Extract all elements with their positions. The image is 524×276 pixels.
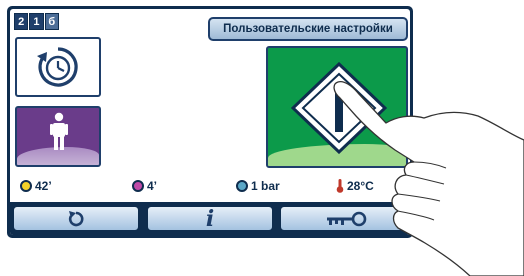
touch-screen: 2 1 б Пользовательские настройки 42’ 4’ …: [7, 6, 413, 238]
door-tile[interactable]: [266, 46, 408, 168]
timer-value: 42’: [35, 179, 52, 193]
door-opening-icon: [291, 62, 387, 154]
page-title: Пользовательские настройки: [208, 17, 408, 41]
alarm-clock-icon: [20, 180, 32, 192]
pressure-value: 1 bar: [251, 179, 280, 193]
person-icon: [50, 112, 68, 150]
selector-digit-2[interactable]: 1: [29, 13, 44, 30]
button-bar: i: [10, 202, 410, 235]
cycle-value: 4’: [147, 179, 158, 193]
cycle-status: 4’: [132, 179, 157, 193]
back-arrow-icon: [68, 210, 84, 226]
clock-cycle-icon: [37, 47, 78, 87]
back-button[interactable]: [13, 206, 139, 231]
temperature-status: 28°C: [336, 179, 374, 193]
screen-panel: 2 1 б Пользовательские настройки 42’ 4’ …: [10, 9, 410, 235]
temperature-value: 28°C: [347, 179, 374, 193]
user-tile[interactable]: [15, 106, 101, 167]
selector-digit-3[interactable]: б: [44, 13, 59, 30]
selector-digit-1[interactable]: 2: [14, 13, 29, 30]
status-bar: 42’ 4’ 1 bar 28°C: [10, 179, 410, 195]
info-button[interactable]: i: [147, 205, 273, 232]
info-icon: i: [205, 205, 215, 232]
pressure-status: 1 bar: [236, 179, 280, 193]
timer-tile[interactable]: [15, 37, 101, 97]
key-button[interactable]: [280, 206, 407, 231]
menu-selector[interactable]: 2 1 б: [14, 13, 59, 30]
key-icon: [326, 211, 366, 226]
timer-status: 42’: [20, 179, 52, 193]
pressure-gauge-icon: [236, 180, 248, 192]
cycle-time-icon: [132, 180, 144, 192]
thermometer-icon: [336, 179, 344, 193]
